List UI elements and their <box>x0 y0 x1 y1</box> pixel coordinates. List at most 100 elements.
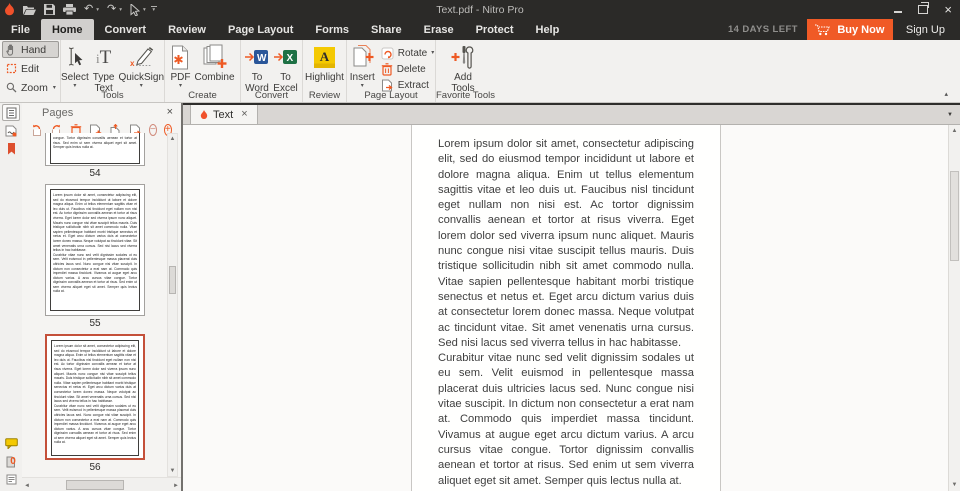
zoom-dropdown-icon: ▾ <box>53 84 56 91</box>
document-tab-close-icon[interactable]: × <box>241 109 247 120</box>
edit-mode-button[interactable]: Edit <box>2 60 59 77</box>
ribbon-group-favorite-tools: Add Tools Favorite Tools <box>435 40 490 102</box>
pages-vertical-scrollbar[interactable]: ▲ ▼ <box>167 133 178 477</box>
select-button[interactable]: Select ▾ <box>61 42 89 90</box>
document-canvas[interactable]: Lorem ipsum dolor sit amet, consectetur … <box>183 125 948 491</box>
scroll-right-icon[interactable]: ► <box>173 481 179 491</box>
pdf-button[interactable]: PDF ▾ <box>170 42 190 90</box>
sign-up-link[interactable]: Sign Up <box>906 24 945 36</box>
comments-panel-button[interactable] <box>2 435 20 452</box>
trial-days-left: 14 DAYS LEFT <box>728 24 798 35</box>
scroll-down-icon[interactable]: ▼ <box>168 466 177 476</box>
tab-help[interactable]: Help <box>525 19 571 40</box>
ribbon-group-review: A Highlight Review <box>302 40 346 102</box>
pages-horizontal-scrollbar[interactable]: ◄ ► <box>22 477 181 491</box>
rotate-button[interactable]: Rotate ▾ <box>381 46 434 61</box>
document-vertical-scrollbar[interactable]: ▲ ▼ <box>948 125 960 491</box>
pages-scrollbar-thumb[interactable] <box>169 266 176 294</box>
save-button[interactable] <box>44 4 55 15</box>
mode-buttons: Hand Edit Zoom ▾ <box>2 41 59 98</box>
redo-dropdown-icon[interactable]: ▾ <box>119 7 122 13</box>
pages-panel-button[interactable] <box>2 104 20 121</box>
insert-pages-icon <box>350 42 375 72</box>
highlight-button[interactable]: A Highlight <box>305 42 344 83</box>
type-text-icon: iT <box>96 48 111 67</box>
tab-share[interactable]: Share <box>360 19 413 40</box>
group-label-tools: Tools <box>61 90 164 101</box>
customize-toolbar-button[interactable]: ▾ <box>151 6 157 14</box>
ribbon-group-convert: W To Word X To Excel Convert <box>240 40 302 102</box>
type-text-button[interactable]: iT Type Text <box>93 42 115 94</box>
tab-home[interactable]: Home <box>41 19 94 40</box>
output-panel-button[interactable] <box>2 471 20 488</box>
quicksign-pen-icon: x <box>128 42 154 72</box>
hand-mode-button[interactable]: Hand <box>2 41 59 58</box>
cart-icon <box>815 24 830 36</box>
window-controls: × <box>894 0 952 19</box>
excel-icon: X <box>274 42 298 72</box>
to-excel-button[interactable]: X To Excel <box>273 42 298 94</box>
buy-now-button[interactable]: Buy Now <box>807 19 893 40</box>
insert-button[interactable]: Insert ▾ <box>350 42 375 90</box>
add-tools-button[interactable]: Add Tools <box>447 42 479 94</box>
window-title: Text.pdf - Nitro Pro <box>436 0 524 19</box>
magnifier-icon <box>6 82 17 93</box>
paragraph: Lorem ipsum dolor sit amet, consectetur … <box>438 137 694 351</box>
document-tab-text[interactable]: Text × <box>190 105 258 125</box>
hand-icon <box>6 44 17 56</box>
doc-scroll-down-icon[interactable]: ▼ <box>949 480 960 490</box>
select-dropdown-icon: ▾ <box>73 83 76 90</box>
combine-button[interactable]: Combine <box>194 42 234 83</box>
tab-protect[interactable]: Protect <box>465 19 525 40</box>
attachments-panel-button[interactable]: 0 <box>2 453 20 470</box>
trash-icon <box>381 63 393 76</box>
tab-file[interactable]: File <box>0 19 41 40</box>
document-area: Text × ▼ Lorem ipsum dolor sit amet, con… <box>183 103 960 491</box>
delete-button[interactable]: Delete <box>381 62 434 77</box>
quicksign-button[interactable]: x QuickSign ▾ <box>118 42 164 90</box>
select-tool-button[interactable] <box>130 4 140 16</box>
quick-access-toolbar: ↶▾ ↷▾ ▾ ▾ <box>4 0 157 19</box>
attachment-count: 0 <box>10 456 16 467</box>
tab-list-dropdown-icon[interactable]: ▼ <box>947 112 953 118</box>
doc-scroll-up-icon[interactable]: ▲ <box>949 126 960 136</box>
paragraph: Curabitur vitae nunc sed velit dignissim… <box>438 351 694 489</box>
select-tool-dropdown-icon[interactable]: ▾ <box>143 7 146 13</box>
pages-hscrollbar-thumb[interactable] <box>66 480 124 490</box>
page-thumbnail-54[interactable]: congue. Tortor dignissim convallis aenea… <box>45 133 145 166</box>
tab-erase[interactable]: Erase <box>413 19 465 40</box>
bookmarks-panel-button[interactable] <box>2 140 20 157</box>
zoom-mode-button[interactable]: Zoom ▾ <box>2 79 59 96</box>
group-label-page-layout: Page Layout <box>347 90 435 101</box>
close-button[interactable]: × <box>944 3 952 16</box>
thumbnail-list: congue. Tortor dignissim convallis aenea… <box>22 133 168 478</box>
tab-review[interactable]: Review <box>157 19 217 40</box>
scroll-left-icon[interactable]: ◄ <box>24 481 30 491</box>
group-label-convert: Convert <box>241 90 302 101</box>
restore-button[interactable] <box>918 5 928 14</box>
undo-button[interactable]: ↶ <box>84 4 93 15</box>
tab-page-layout[interactable]: Page Layout <box>217 19 304 40</box>
undo-dropdown-icon[interactable]: ▾ <box>96 7 99 13</box>
pdf-page[interactable]: Lorem ipsum dolor sit amet, consectetur … <box>411 125 721 491</box>
pdf-page-icon <box>170 42 190 72</box>
collapse-ribbon-button[interactable]: ▴ <box>944 90 948 98</box>
open-file-button[interactable] <box>23 5 36 15</box>
page-number-55: 55 <box>22 318 168 329</box>
combine-pages-icon <box>202 42 228 72</box>
print-button[interactable] <box>63 4 76 15</box>
page-thumbnail-55[interactable]: Lorem ipsum dolor sit amet, consectetur … <box>45 184 145 316</box>
page-thumbnail-56[interactable]: Lorem ipsum dolor sit amet, consectetur … <box>45 334 145 460</box>
minimize-button[interactable] <box>894 7 902 13</box>
signatures-panel-button[interactable] <box>2 122 20 139</box>
tab-forms[interactable]: Forms <box>304 19 360 40</box>
to-word-button[interactable]: W To Word <box>245 42 269 94</box>
pages-panel-title: Pages <box>42 107 73 119</box>
redo-button[interactable]: ↷ <box>107 4 116 15</box>
document-scrollbar-thumb[interactable] <box>950 171 959 261</box>
pages-panel-close-icon[interactable]: × <box>167 107 173 118</box>
word-icon: W <box>245 42 269 72</box>
group-label-create: Create <box>165 90 240 101</box>
scroll-up-icon[interactable]: ▲ <box>168 134 177 144</box>
tab-convert[interactable]: Convert <box>94 19 158 40</box>
